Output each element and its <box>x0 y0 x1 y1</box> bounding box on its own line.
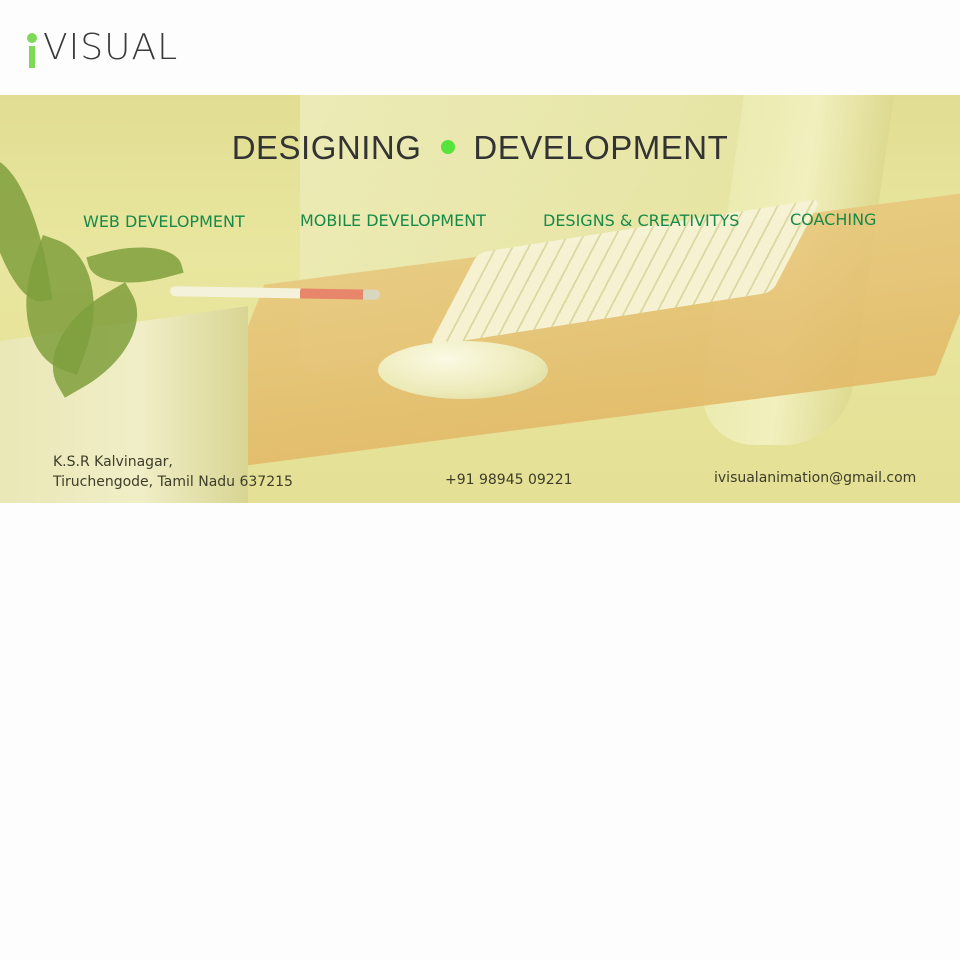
hero-banner: DESIGNING DEVELOPMENT WEB DEVELOPMENT MOB… <box>0 95 960 503</box>
nav-coaching[interactable]: COACHING <box>790 210 876 229</box>
logo-dot <box>27 33 37 43</box>
address-line-2: Tiruchengode, Tamil Nadu 637215 <box>53 474 293 490</box>
logo-text: VISUAL <box>43 27 179 68</box>
hero-title-separator-dot <box>441 140 456 154</box>
leaf-illustration <box>0 151 53 309</box>
contact-phone[interactable]: +91 98945 09221 <box>445 470 573 490</box>
nav-designs-creativitys[interactable]: DESIGNS & CREATIVITYS <box>543 211 739 230</box>
hero-title-development: DEVELOPMENT <box>473 129 729 166</box>
address-line-1: K.S.R Kalvinagar, <box>53 454 173 470</box>
hero-title-designing: DESIGNING <box>231 129 422 166</box>
leaf-illustration <box>86 234 184 296</box>
logo[interactable]: VISUAL <box>26 26 178 70</box>
nav-web-development[interactable]: WEB DEVELOPMENT <box>83 212 245 231</box>
mouse-illustration <box>378 341 548 399</box>
contact-email[interactable]: ivisualanimation@gmail.com <box>714 468 916 488</box>
site-header: VISUAL <box>0 0 960 95</box>
logo-stem <box>29 46 35 68</box>
nav-mobile-development[interactable]: MOBILE DEVELOPMENT <box>300 211 486 230</box>
contact-address: K.S.R Kalvinagar, Tiruchengode, Tamil Na… <box>53 452 293 492</box>
page-body <box>0 503 960 960</box>
hero-title: DESIGNING DEVELOPMENT <box>0 129 960 167</box>
logo-i-mark <box>26 30 38 70</box>
